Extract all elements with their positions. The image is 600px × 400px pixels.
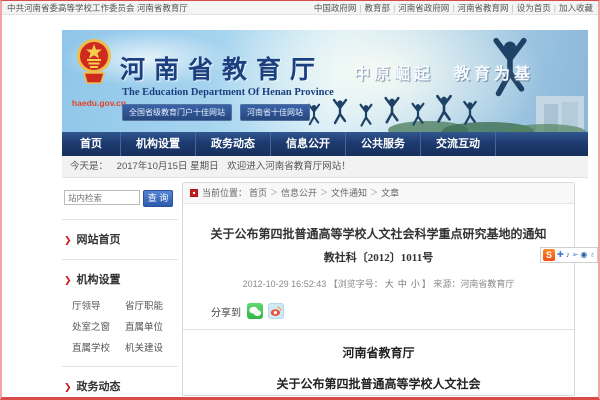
location-icon [190, 189, 198, 197]
share-label: 分享到 [211, 304, 241, 319]
sidebar-item-gov-news[interactable]: ❯ 政务动态 [64, 378, 178, 394]
article-body-line: 关于公布第四批普通高等学校人文社会 [183, 375, 574, 392]
link-separator: | [452, 3, 454, 13]
link-china-gov[interactable]: 中国政府网 [314, 3, 357, 13]
top-links-bar: 中共河南省委高等学校工作委员会 河南省教育厅 中国政府网|教育部|河南省政府网|… [2, 1, 598, 15]
nav-item-public-service[interactable]: 公共服务 [346, 132, 421, 156]
share-row: 分享到 [211, 303, 574, 319]
nav-item-organization[interactable]: 机构设置 [121, 132, 196, 156]
sidebar-gov-news-label: 政务动态 [77, 381, 121, 393]
source-label: 来源： [433, 279, 460, 289]
article-title: 关于公布第四批普通高等学校人文社会科学重点研究基地的通知 [183, 225, 574, 242]
breadcrumb-home[interactable]: 首页 [249, 183, 267, 203]
page-container: haedu.gov.cn 河南省教育厅 The Education Depart… [62, 30, 588, 397]
breadcrumb-separator: ＞ [270, 183, 278, 203]
article-doc-number: 教社科〔2012〕1011号 [183, 249, 574, 265]
font-size-label: 【浏览字号： [329, 279, 383, 289]
site-title-english: The Education Department Of Henan Provin… [122, 87, 334, 98]
article-datetime: 2012-10-29 16:52:43 [243, 279, 327, 289]
share-tool-icon-1[interactable]: ✚ [557, 249, 564, 261]
nav-item-info-disclosure[interactable]: 信息公开 [271, 132, 346, 156]
site-title-chinese: 河南省教育厅 [120, 50, 324, 86]
breadcrumb-article[interactable]: 文章 [381, 183, 399, 203]
article-meta: 2012-10-29 16:52:43 【浏览字号：大中小】 来源：河南省教育厅 [183, 277, 574, 290]
share-tool-icon-4[interactable]: ◉ [580, 249, 587, 261]
font-size-medium[interactable]: 中 [398, 279, 407, 289]
sidebar-home-label: 网站首页 [77, 234, 121, 246]
sidebar-item-organization[interactable]: ❯ 机构设置 [64, 271, 178, 287]
date-welcome-bar: 今天是： 2017年10月15日 星期日 欢迎进入河南省教育厅网站！ [62, 156, 588, 178]
link-separator: | [393, 3, 395, 13]
national-emblem-logo[interactable] [76, 35, 112, 97]
divider [183, 329, 574, 330]
badge-henan-top10[interactable]: 河南省十佳网站 [240, 104, 310, 121]
sidebar-link-affiliated-schools[interactable]: 直属学校 [72, 340, 125, 354]
today-prefix: 今天是： [70, 161, 108, 172]
breadcrumb: 当前位置： 首页 ＞ 信息公开 ＞ 文件通知 ＞ 文章 [183, 183, 574, 204]
wechat-share-icon[interactable] [247, 303, 263, 319]
source-value: 河南省教育厅 [460, 279, 514, 289]
nav-item-home[interactable]: 首页 [62, 132, 121, 156]
weibo-share-icon[interactable] [268, 303, 284, 319]
divider [62, 259, 178, 260]
search-input[interactable] [64, 190, 140, 205]
award-badges: 全国省级教育门户十佳网站 河南省十佳网站 [122, 104, 310, 121]
search-button[interactable]: 查 询 [143, 190, 173, 207]
site-header-banner: haedu.gov.cn 河南省教育厅 The Education Depart… [62, 30, 588, 132]
content-area: 查 询 ❯ 网站首页 ❯ 机构设置 厅领导 省厅职能 处室之窗 [62, 182, 588, 397]
link-set-homepage[interactable]: 设为首页 [517, 3, 551, 13]
article-panel: 当前位置： 首页 ＞ 信息公开 ＞ 文件通知 ＞ 文章 关于公布第四批普通高等学… [182, 182, 575, 396]
divider [62, 366, 178, 367]
share-tool-icon-5[interactable]: ♁ [589, 249, 595, 261]
browser-viewport: 中共河南省委高等学校工作委员会 河南省教育厅 中国政府网|教育部|河南省政府网|… [0, 0, 600, 400]
font-size-large[interactable]: 大 [385, 279, 394, 289]
sidebar-link-dept-functions[interactable]: 省厅职能 [125, 298, 178, 312]
divider [62, 219, 178, 220]
header-slogan: 中原崛起 教育为基 [354, 60, 534, 84]
site-search: 查 询 [64, 190, 178, 207]
top-left-site-text: 中共河南省委高等学校工作委员会 河南省教育厅 [7, 2, 188, 14]
badge-national-top10[interactable]: 全国省级教育门户十佳网站 [122, 104, 232, 121]
sidebar-link-affiliated-units[interactable]: 直属单位 [125, 319, 178, 333]
link-henan-edu[interactable]: 河南省教育网 [458, 3, 509, 13]
font-size-small[interactable]: 小 [411, 279, 420, 289]
sidebar-item-home[interactable]: ❯ 网站首页 [64, 231, 178, 247]
top-right-links: 中国政府网|教育部|河南省政府网|河南省教育网|设为首页|加入收藏 [314, 2, 593, 14]
welcome-text: 欢迎进入河南省教育厅网站！ [227, 161, 351, 172]
breadcrumb-info-disclosure[interactable]: 信息公开 [281, 183, 317, 203]
link-henan-gov[interactable]: 河南省政府网 [398, 3, 449, 13]
arrow-icon: ❯ [64, 235, 72, 245]
link-separator: | [359, 3, 361, 13]
today-date: 2017年10月15日 星期日 [117, 161, 219, 172]
link-moe[interactable]: 教育部 [365, 3, 391, 13]
browser-share-widget: S ✚ ♪ ➢ ◉ ♁ [540, 247, 598, 263]
breadcrumb-document-notices[interactable]: 文件通知 [331, 183, 367, 203]
nav-item-gov-news[interactable]: 政务动态 [196, 132, 271, 156]
breadcrumb-label: 当前位置： [202, 183, 247, 203]
link-separator: | [554, 3, 556, 13]
organization-links: 厅领导 省厅职能 处室之窗 直属单位 直属学校 机关建设 [62, 291, 178, 354]
share-widget-logo[interactable]: S [543, 249, 555, 261]
link-separator: | [512, 3, 514, 13]
share-tool-icon-2[interactable]: ♪ [566, 249, 570, 261]
breadcrumb-separator: ＞ [320, 183, 328, 203]
left-sidebar: 查 询 ❯ 网站首页 ❯ 机构设置 厅领导 省厅职能 处室之窗 [62, 182, 178, 400]
arrow-icon: ❯ [64, 275, 72, 285]
font-size-label-close: 】 [422, 279, 431, 289]
sidebar-link-agency-building[interactable]: 机关建设 [125, 340, 178, 354]
main-navigation: 首页 机构设置 政务动态 信息公开 公共服务 交流互动 [62, 132, 588, 156]
nav-item-interaction[interactable]: 交流互动 [421, 132, 496, 156]
share-tool-icon-3[interactable]: ➢ [572, 249, 579, 261]
breadcrumb-separator: ＞ [370, 183, 378, 203]
arrow-icon: ❯ [64, 382, 72, 392]
link-add-favorite[interactable]: 加入收藏 [559, 3, 593, 13]
article-body-line: 河南省教育厅 [183, 344, 574, 361]
sidebar-link-offices[interactable]: 处室之窗 [72, 319, 125, 333]
sidebar-link-dept-leaders[interactable]: 厅领导 [72, 298, 125, 312]
sidebar-organization-label: 机构设置 [77, 274, 121, 286]
